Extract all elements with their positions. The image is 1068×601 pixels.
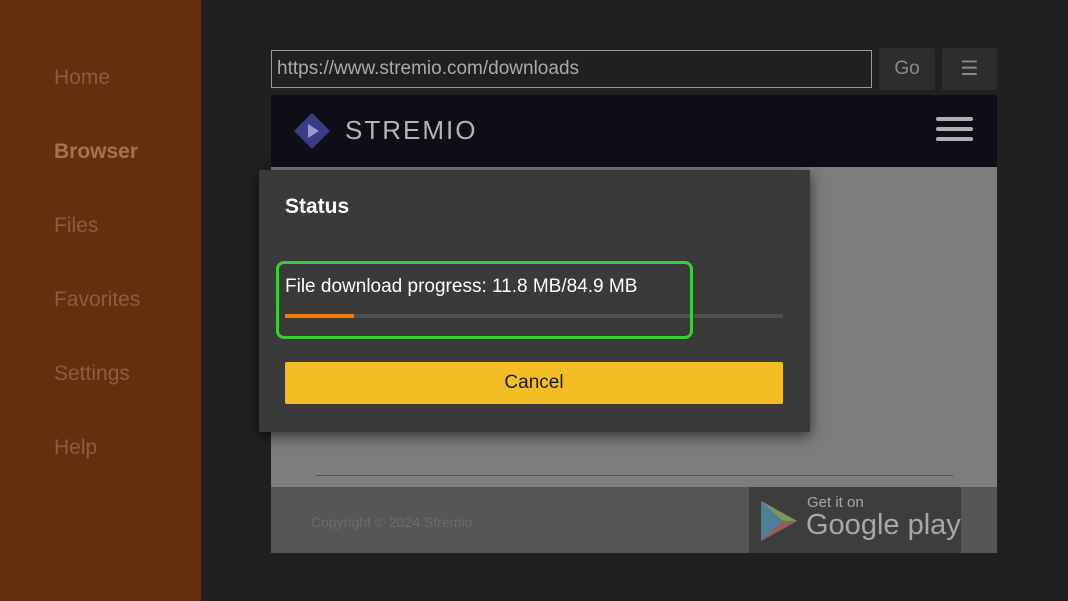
sidebar-item-home[interactable]: Home — [54, 66, 110, 90]
web-divider — [316, 475, 953, 476]
sidebar-item-files[interactable]: Files — [54, 214, 98, 238]
highlight-box — [276, 261, 693, 339]
url-input[interactable]: https://www.stremio.com/downloads — [271, 50, 872, 88]
sidebar-item-favorites[interactable]: Favorites — [54, 288, 140, 312]
google-play-badge[interactable]: Get it on Google play — [749, 487, 961, 553]
status-dialog: Status File download progress: 11.8 MB/8… — [259, 170, 810, 432]
sidebar: Home Browser Files Favorites Settings He… — [0, 0, 201, 601]
stremio-logo-text: STREMIO — [345, 115, 478, 145]
web-footer: Copyright © 2024 Stremio Get it on Googl… — [271, 487, 997, 553]
sidebar-item-settings[interactable]: Settings — [54, 362, 130, 386]
go-button[interactable]: Go — [879, 48, 935, 90]
menu-button[interactable]: ☰ — [942, 48, 997, 90]
web-hamburger-icon[interactable] — [936, 117, 974, 147]
web-header: STREMIO — [271, 95, 997, 167]
gplay-big-text: Google play — [806, 509, 961, 541]
sidebar-item-browser[interactable]: Browser — [54, 140, 138, 164]
web-copyright: Copyright © 2024 Stremio — [311, 514, 473, 530]
cancel-button[interactable]: Cancel — [285, 362, 783, 404]
google-play-icon — [757, 499, 801, 548]
sidebar-item-help[interactable]: Help — [54, 436, 97, 460]
dialog-title: Status — [285, 195, 350, 218]
stremio-logo-icon — [293, 112, 331, 155]
